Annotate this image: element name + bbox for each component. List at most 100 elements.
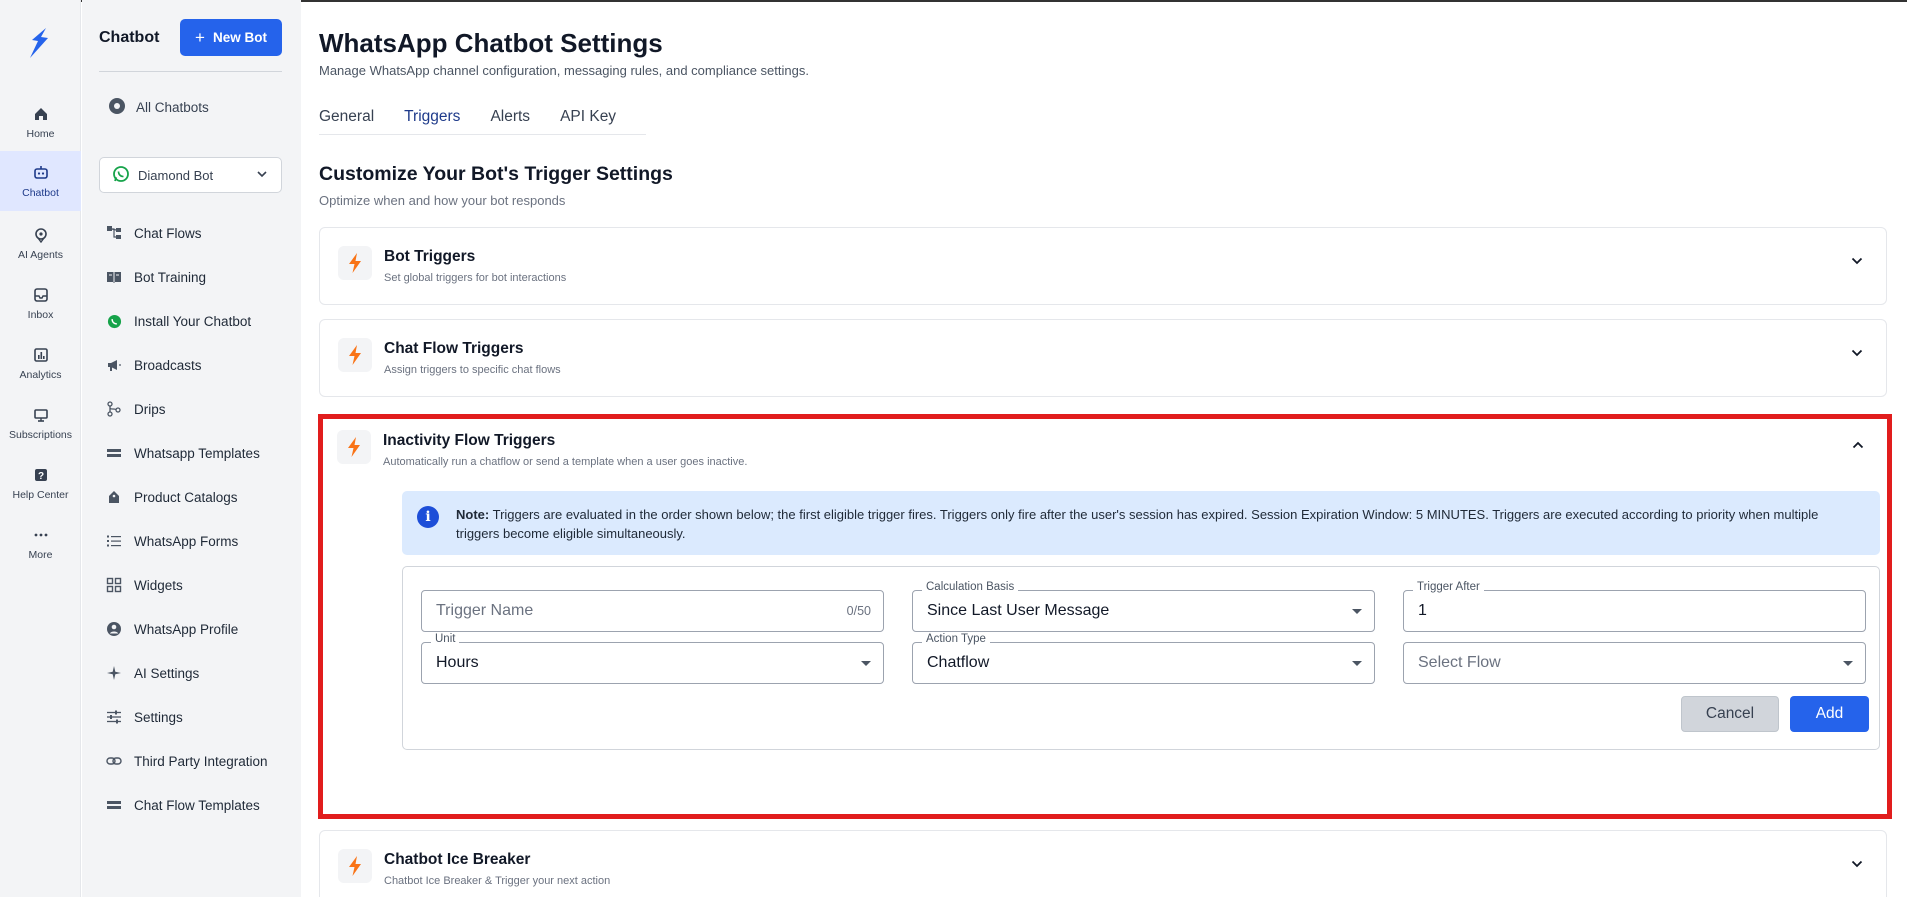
bot-triggers-card[interactable]: Bot Triggers Set global triggers for bot…	[319, 227, 1887, 305]
rail-subscriptions[interactable]: Subscriptions	[0, 395, 81, 451]
sidebar-item-label: AI Settings	[134, 665, 200, 681]
template-icon	[106, 797, 122, 813]
sidebar-item-settings[interactable]: Settings	[106, 707, 183, 727]
dropdown-caret-icon	[861, 660, 871, 666]
char-counter: 0/50	[846, 604, 871, 618]
all-chatbots-label: All Chatbots	[136, 100, 209, 115]
sidebar-item-ai-settings[interactable]: AI Settings	[106, 663, 199, 683]
rail-label: Chatbot	[22, 186, 59, 199]
app-rail: Home Chatbot AI Agents Inbox Analytics S…	[0, 0, 81, 897]
chatbot-ice-breaker-card[interactable]: Chatbot Ice Breaker Chatbot Ice Breaker …	[319, 830, 1887, 897]
rail-more[interactable]: More	[0, 515, 81, 571]
unit-select[interactable]: Unit Hours	[421, 633, 884, 684]
rail-inbox[interactable]: Inbox	[0, 275, 81, 331]
chevron-down-icon[interactable]	[1850, 857, 1864, 876]
rail-analytics[interactable]: Analytics	[0, 335, 81, 391]
sidebar-item-drips[interactable]: Drips	[106, 399, 166, 419]
field-label: Calculation Basis	[922, 581, 1019, 593]
all-chatbots-link[interactable]: All Chatbots	[108, 97, 209, 118]
trigger-after-input[interactable]: Trigger After 1	[1403, 581, 1866, 632]
book-icon	[106, 269, 122, 285]
lightning-icon	[338, 849, 372, 883]
lightning-icon	[337, 430, 371, 464]
sidebar-item-label: Settings	[134, 709, 183, 725]
sidebar-item-bot-training[interactable]: Bot Training	[106, 267, 206, 287]
calculation-basis-select[interactable]: Calculation Basis Since Last User Messag…	[912, 581, 1375, 632]
card-subtitle: Automatically run a chatflow or send a t…	[383, 456, 748, 468]
trigger-name-input[interactable]: Trigger Name 0/50	[421, 590, 884, 632]
field-placeholder: Select Flow	[1418, 654, 1501, 671]
field-label: Trigger After	[1413, 581, 1484, 593]
page-title: WhatsApp Chatbot Settings	[319, 28, 663, 58]
select-flow-select[interactable]: Select Flow	[1403, 642, 1866, 684]
settings-tabs: General Triggers Alerts API Key	[319, 108, 647, 135]
sidebar-item-chat-flows[interactable]: Chat Flows	[106, 223, 202, 243]
brand-logo[interactable]	[24, 26, 54, 60]
sidebar-item-install[interactable]: Install Your Chatbot	[106, 311, 251, 331]
card-title: Chatbot Ice Breaker	[384, 851, 531, 868]
inactivity-flow-triggers-card: Inactivity Flow Triggers Automatically r…	[319, 412, 1887, 816]
bot-selector[interactable]: Diamond Bot	[99, 157, 282, 193]
chevron-down-icon[interactable]	[1850, 254, 1864, 273]
rail-label: Inbox	[27, 308, 54, 321]
sidebar-item-broadcasts[interactable]: Broadcasts	[106, 355, 202, 375]
plus-icon: +	[195, 27, 205, 47]
sidebar-item-product-catalogs[interactable]: Product Catalogs	[106, 487, 238, 507]
add-button[interactable]: Add	[1790, 696, 1869, 732]
drips-icon	[106, 401, 122, 417]
lightning-icon	[338, 338, 372, 372]
new-bot-button[interactable]: + New Bot	[180, 19, 282, 56]
selected-bot-name: Diamond Bot	[138, 167, 214, 183]
home-icon	[32, 105, 50, 123]
note-text: Note: Triggers are evaluated in the orde…	[456, 505, 1856, 543]
rail-chatbot[interactable]: Chatbot	[0, 151, 81, 211]
sidebar-item-widgets[interactable]: Widgets	[106, 575, 183, 595]
chevron-up-icon[interactable]	[1851, 438, 1865, 457]
rail-label: Analytics	[19, 368, 62, 381]
sidebar-item-whatsapp-forms[interactable]: WhatsApp Forms	[106, 531, 238, 551]
tab-triggers[interactable]: Triggers	[404, 108, 490, 134]
disc-icon	[108, 97, 126, 118]
tab-alerts[interactable]: Alerts	[490, 108, 560, 134]
inbox-icon	[32, 286, 50, 304]
catalog-icon	[106, 489, 122, 505]
sidebar-item-third-party[interactable]: Third Party Integration	[106, 751, 268, 771]
card-subtitle: Assign triggers to specific chat flows	[384, 364, 561, 376]
rail-help-center[interactable]: ? Help Center	[0, 455, 81, 511]
sidebar-divider	[99, 71, 282, 72]
rail-home[interactable]: Home	[0, 94, 81, 150]
field-label: Unit	[431, 633, 460, 645]
trigger-name-placeholder: Trigger Name	[436, 602, 534, 619]
sidebar-item-whatsapp-profile[interactable]: WhatsApp Profile	[106, 619, 238, 639]
action-type-select[interactable]: Action Type Chatflow	[912, 633, 1375, 684]
sidebar-item-label: Chat Flow Templates	[134, 797, 260, 813]
sidebar-title: Chatbot	[99, 29, 160, 46]
flow-icon	[106, 225, 122, 241]
chat-flow-triggers-card[interactable]: Chat Flow Triggers Assign triggers to sp…	[319, 319, 1887, 397]
sidebar-item-whatsapp-templates[interactable]: Whatsapp Templates	[106, 443, 260, 463]
rail-ai-agents[interactable]: AI Agents	[0, 215, 81, 271]
rail-label: Help Center	[12, 488, 69, 501]
dropdown-caret-icon	[1352, 660, 1362, 666]
info-icon: i	[417, 506, 439, 528]
field-value: Hours	[436, 654, 479, 671]
tab-general[interactable]: General	[319, 108, 404, 134]
link-icon	[106, 753, 122, 769]
sidebar-item-label: Whatsapp Templates	[134, 445, 260, 461]
card-title: Chat Flow Triggers	[384, 340, 524, 357]
tab-api-key[interactable]: API Key	[560, 108, 646, 134]
note-body: Triggers are evaluated in the order show…	[456, 507, 1819, 541]
sidebar-item-label: Product Catalogs	[134, 489, 238, 505]
sliders-icon	[106, 709, 122, 725]
megaphone-icon	[106, 357, 122, 373]
rail-label: AI Agents	[18, 248, 63, 261]
note-label: Note:	[456, 507, 490, 522]
sidebar-item-chat-flow-templates[interactable]: Chat Flow Templates	[106, 795, 260, 815]
sparkle-icon	[106, 665, 122, 681]
chatbot-sidebar: Chatbot + New Bot All Chatbots Diamond B…	[82, 0, 301, 897]
more-dots-icon	[32, 526, 50, 544]
trigger-form: Trigger Name 0/50 Calculation Basis Sinc…	[402, 566, 1880, 750]
chevron-down-icon[interactable]	[1850, 346, 1864, 365]
card-title: Inactivity Flow Triggers	[383, 432, 556, 449]
cancel-button[interactable]: Cancel	[1681, 696, 1779, 732]
